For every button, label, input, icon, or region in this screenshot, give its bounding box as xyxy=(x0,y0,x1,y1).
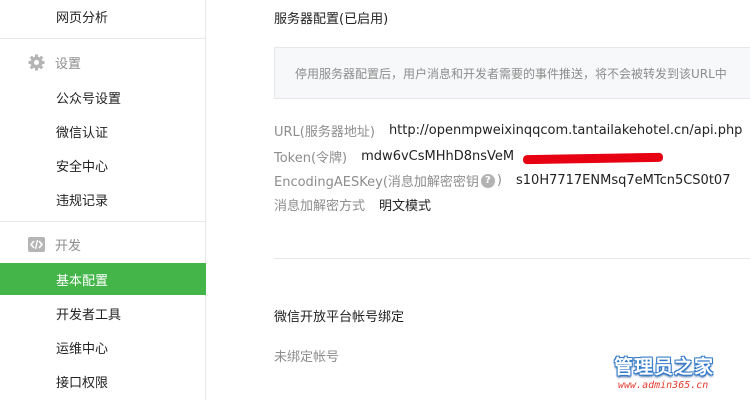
watermark-logo: 管理员之家 www.admin365.cn xyxy=(612,352,748,398)
server-config-title: 服务器配置(已启用) xyxy=(274,12,389,27)
sidebar-group-settings: 设置 xyxy=(0,46,206,78)
sidebar-item-basic-config[interactable]: 基本配置 xyxy=(0,263,206,295)
sidebar-group-develop: 开发 xyxy=(0,228,206,260)
sidebar-item-label: 网页分析 xyxy=(56,10,109,26)
sidebar-group-title: 开发 xyxy=(55,238,82,254)
sidebar-item-label: 微信认证 xyxy=(56,125,109,141)
sidebar-item-dev-tools[interactable]: 开发者工具 xyxy=(0,297,206,329)
encrypt-mode-value: 明文模式 xyxy=(379,199,432,214)
sidebar-item-wechat-verify[interactable]: 微信认证 xyxy=(0,115,206,147)
gear-icon xyxy=(28,54,45,71)
encrypt-mode-row: 消息加解密方式 明文模式 xyxy=(274,195,431,214)
open-platform-title: 微信开放平台帐号绑定 xyxy=(274,310,405,325)
watermark-url: www.admin365.cn xyxy=(618,380,709,391)
redaction-mark xyxy=(522,152,664,165)
sidebar-item-label: 开发者工具 xyxy=(56,307,122,323)
token-field-row: Token(令牌) mdw6vCsMHhD8nsVeM xyxy=(274,147,514,166)
sidebar-item-label: 公众号设置 xyxy=(56,91,122,107)
sidebar-item-ops-center[interactable]: 运维中心 xyxy=(0,331,206,363)
sidebar-group-title: 设置 xyxy=(55,56,82,72)
sidebar-divider xyxy=(0,38,206,39)
url-field-row: URL(服务器地址) http://openmpweixinqqcom.tant… xyxy=(274,121,742,140)
url-label: URL(服务器地址) xyxy=(274,125,375,140)
token-value: mdw6vCsMHhD8nsVeM xyxy=(361,149,515,164)
sidebar-item-label: 安全中心 xyxy=(56,159,109,175)
server-config-notice: 停用服务器配置后，用户消息和开发者需要的事件推送，将不会被转发到该URL中 xyxy=(274,47,750,99)
help-icon[interactable]: ? xyxy=(480,173,495,188)
app-window: 网页分析 设置 公众号设置 微信认证 安全中心 违规记录 开发 基本配置 开发者… xyxy=(0,0,750,400)
sidebar-item-label: 基本配置 xyxy=(56,273,109,289)
encrypt-mode-label: 消息加解密方式 xyxy=(274,199,366,214)
aeskey-label: EncodingAESKey(消息加解密密钥 xyxy=(274,175,479,190)
sidebar-item-account-settings[interactable]: 公众号设置 xyxy=(0,81,206,113)
sidebar-item-label: 运维中心 xyxy=(56,341,109,357)
section-divider xyxy=(274,258,750,259)
watermark-title: 管理员之家 xyxy=(614,356,715,378)
aeskey-field-row: EncodingAESKey(消息加解密密钥 ? ) s10H7717ENMsq… xyxy=(274,173,731,190)
sidebar-item-api-permissions[interactable]: 接口权限 xyxy=(0,365,206,397)
code-icon xyxy=(28,236,45,253)
sidebar-item-label: 接口权限 xyxy=(56,375,109,391)
aeskey-value: s10H7717ENMsq7eMTcn5CS0t07 xyxy=(516,173,731,188)
sidebar-item-violations[interactable]: 违规记录 xyxy=(0,183,206,215)
sidebar-divider xyxy=(0,221,206,222)
url-value: http://openmpweixinqqcom.tantailakehotel… xyxy=(388,123,743,138)
sidebar-item-web-analytics[interactable]: 网页分析 xyxy=(0,0,206,32)
notice-text: 停用服务器配置后，用户消息和开发者需要的事件推送，将不会被转发到该URL中 xyxy=(295,66,727,81)
sidebar: 网页分析 设置 公众号设置 微信认证 安全中心 违规记录 开发 基本配置 开发者… xyxy=(0,0,206,400)
token-label: Token(令牌) xyxy=(274,151,348,166)
sidebar-item-label: 违规记录 xyxy=(56,193,109,209)
main-content: 服务器配置(已启用) 停用服务器配置后，用户消息和开发者需要的事件推送，将不会被… xyxy=(207,0,750,400)
sidebar-item-security[interactable]: 安全中心 xyxy=(0,149,206,181)
open-platform-status: 未绑定帐号 xyxy=(274,350,340,365)
